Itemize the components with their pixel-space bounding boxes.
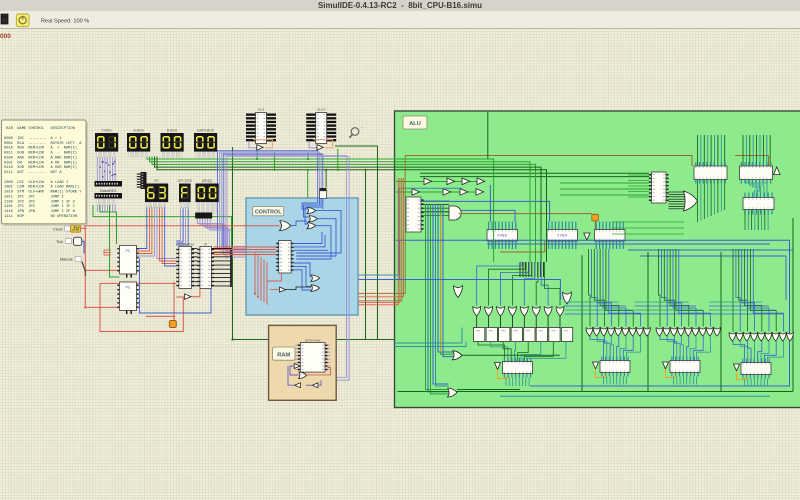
svg-text:Real Speed: 100 %: Real Speed: 100 % bbox=[41, 19, 89, 25]
svg-text:0101 OR REM+LDR A OR RAM: 0101 OR REM+LDR A OR RAM(I) bbox=[4, 160, 77, 165]
svg-text:Clock: Clock bbox=[53, 227, 63, 231]
svg-text:Tick: Tick bbox=[56, 240, 63, 244]
svg-text:CONTROL: CONTROL bbox=[255, 210, 282, 216]
svg-text:BIN NAME CONTROL DESCRIPTIO: BIN NAME CONTROL DESCRIPTION bbox=[4, 127, 75, 131]
svg-text:A-BUS: A-BUS bbox=[133, 129, 144, 133]
svg-text:0111 NOT -------- NOT A: 0111 NOT -------- NOT A bbox=[4, 171, 62, 175]
svg-text:SimulIDE-0.4.13-RC2 - 8bit_C: SimulIDE-0.4.13-RC2 - 8bit_CPU-B16.simu bbox=[318, 1, 482, 10]
svg-text:RAM: RAM bbox=[277, 352, 290, 358]
svg-text:000: 000 bbox=[0, 33, 11, 40]
svg-text:1011 JPI JPI JUMP I: 1011 JPI JPI JUMP I bbox=[4, 195, 64, 199]
svg-text:1110 JPN JPN JUMP I IF: 1110 JPN JPN JUMP I IF N bbox=[4, 210, 75, 214]
svg-text:0000 INC -------- A + 1: 0000 INC -------- A + 1 bbox=[4, 137, 62, 141]
svg-text:Manual: Manual bbox=[60, 257, 73, 261]
svg-text:0011 SUB REM+LDR A - RAM: 0011 SUB REM+LDR A - RAM(I) bbox=[4, 151, 77, 156]
svg-text:0110 XOR REM+LDR A XOR RAM: 0110 XOR REM+LDR A XOR RAM(I) bbox=[4, 165, 77, 170]
svg-text:PC: PC bbox=[126, 249, 131, 253]
svg-text:1100 JPZ JPZ JUMP I IF: 1100 JPZ JPZ JUMP I IF Z bbox=[4, 200, 76, 204]
svg-text:1010 STM OLV+wRR RAM(I) ST: 1010 STM OLV+wRR RAM(I) STORE Y bbox=[4, 190, 82, 195]
svg-text:StatusREG: StatusREG bbox=[100, 189, 117, 193]
svg-text:0001 RLA -------- ROTATE LE: 0001 RLA -------- ROTATE LEFT A bbox=[4, 142, 82, 146]
svg-text:OPCODE: OPCODE bbox=[177, 179, 192, 183]
svg-text:PC: PC bbox=[126, 286, 131, 290]
svg-text:DATA-BUS: DATA-BUS bbox=[197, 129, 214, 133]
svg-text:1101 JPC JPC JUMP I IF: 1101 JPC JPC JUMP I IF C bbox=[4, 205, 76, 209]
svg-text:ALU: ALU bbox=[409, 121, 421, 127]
svg-text:OLDV: OLDV bbox=[317, 108, 326, 112]
svg-text:X-REG: X-REG bbox=[557, 233, 568, 237]
svg-text:X-REG: X-REG bbox=[497, 233, 508, 237]
svg-text:ARG(I): ARG(I) bbox=[202, 179, 213, 183]
svg-text:Y-REG: Y-REG bbox=[101, 129, 112, 133]
svg-text:PROG-MEM: PROG-MEM bbox=[177, 242, 195, 246]
svg-text:B-BUS: B-BUS bbox=[167, 129, 178, 133]
svg-text:PC: PC bbox=[154, 179, 159, 183]
svg-text:1000 LDI OLD+LDA A LOAD I: 1000 LDI OLD+LDA A LOAD I bbox=[4, 181, 68, 185]
svg-text:0010 ADD REM+LDR A + RAM: 0010 ADD REM+LDR A + RAM(I) bbox=[4, 146, 77, 151]
svg-text:OLD: OLD bbox=[258, 108, 265, 112]
svg-text:DATA RAM: DATA RAM bbox=[305, 338, 321, 342]
svg-text:1111 NOP NO OPERAT: 1111 NOP NO OPERATION bbox=[4, 215, 77, 219]
svg-text:1001 LDM REM+LDA A LOAD RA: 1001 LDM REM+LDA A LOAD RAM(I) bbox=[4, 185, 79, 190]
svg-text:0100 AND REM+LDR A AND RAM: 0100 AND REM+LDR A AND RAM(I) bbox=[4, 155, 77, 160]
